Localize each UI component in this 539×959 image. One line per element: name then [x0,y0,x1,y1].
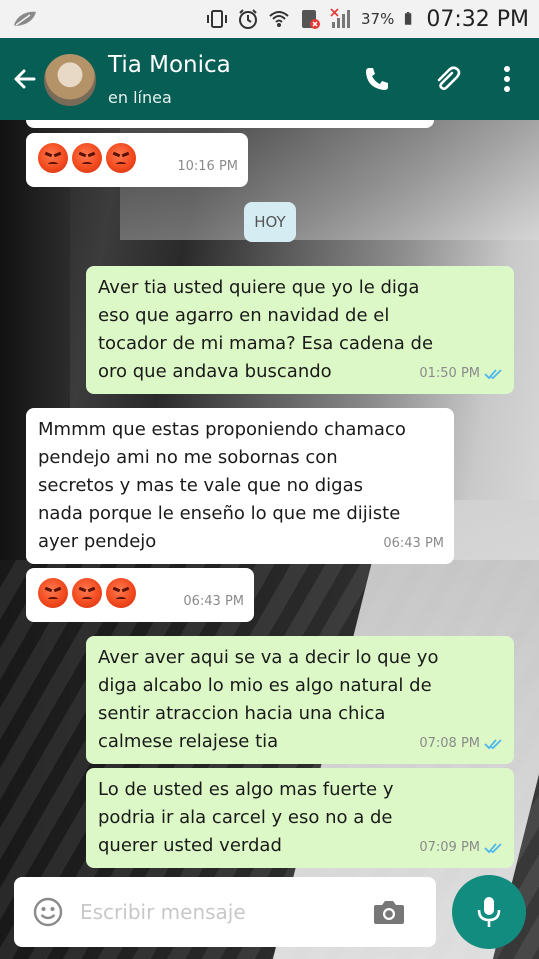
contact-status: en línea [108,88,172,107]
message-time: 06:43 PM [383,536,444,551]
contact-avatar[interactable] [44,54,96,106]
angry-face-icon [106,143,136,173]
wifi-icon [269,11,289,27]
back-arrow-icon [14,69,36,89]
message-bubble-outgoing[interactable]: Aver tia usted quiere que yo le diga eso… [86,266,514,394]
message-time: 06:43 PM [183,594,244,609]
message-meta: 01:50 PM [419,360,504,388]
camera-icon[interactable] [372,896,406,928]
angry-face-icon [38,143,68,173]
paperclip-icon [437,66,461,91]
angry-face-icon [38,578,68,608]
battery-percent: 37% [361,10,395,28]
message-input[interactable] [80,891,370,933]
message-meta: 06:43 PM [383,530,444,558]
call-button[interactable] [360,62,394,96]
message-composer [14,877,436,947]
back-button[interactable] [8,62,42,96]
message-time: 01:50 PM [419,366,480,381]
message-meta: 06:43 PM [183,588,244,616]
message-bubble-outgoing[interactable]: Aver aver aqui se va a decir lo que yo d… [86,636,514,764]
angry-face-icon [72,578,102,608]
message-time: 10:16 PM [177,159,238,174]
contact-name[interactable]: Tia Monica [108,52,231,78]
previous-message-edge [26,120,434,128]
read-ticks-icon [484,369,502,380]
message-time: 07:08 PM [419,736,480,751]
angry-face-icon [72,143,102,173]
alarm-icon [239,9,257,29]
message-bubble-incoming[interactable]: 06:43 PM [26,568,254,622]
chat-header: Tia Monica en línea [0,38,539,120]
microphone-icon [477,897,501,927]
date-chip: HOY [244,202,296,242]
voice-record-button[interactable] [452,875,526,949]
message-bubble-incoming[interactable]: Mmmm que estas proponiendo chamaco pende… [26,408,454,564]
angry-face-icon [106,578,136,608]
phone-icon [366,68,388,90]
attach-button[interactable] [430,62,464,96]
read-ticks-icon [484,843,502,854]
more-vertical-icon [504,66,510,92]
message-meta: 07:08 PM [419,730,504,758]
signal-icon [330,8,350,28]
status-time: 07:32 PM [426,6,529,32]
message-bubble-incoming[interactable]: 10:16 PM [26,133,248,187]
message-bubble-outgoing[interactable]: Lo de usted es algo mas fuerte y podria … [86,768,514,868]
status-bar: 37% 07:32 PM [0,0,539,38]
battery-icon [405,12,412,25]
message-meta: 10:16 PM [177,153,238,181]
message-time: 07:09 PM [419,840,480,855]
message-meta: 07:09 PM [419,834,504,862]
read-ticks-icon [484,739,502,750]
emoji-icon[interactable] [32,896,64,928]
message-text: Mmmm que estas proponiendo chamaco pende… [38,419,406,552]
menu-button[interactable] [490,62,524,96]
sim-error-icon [302,10,320,29]
vibrate-icon [207,10,227,28]
notification-leaf-icon [14,11,36,26]
